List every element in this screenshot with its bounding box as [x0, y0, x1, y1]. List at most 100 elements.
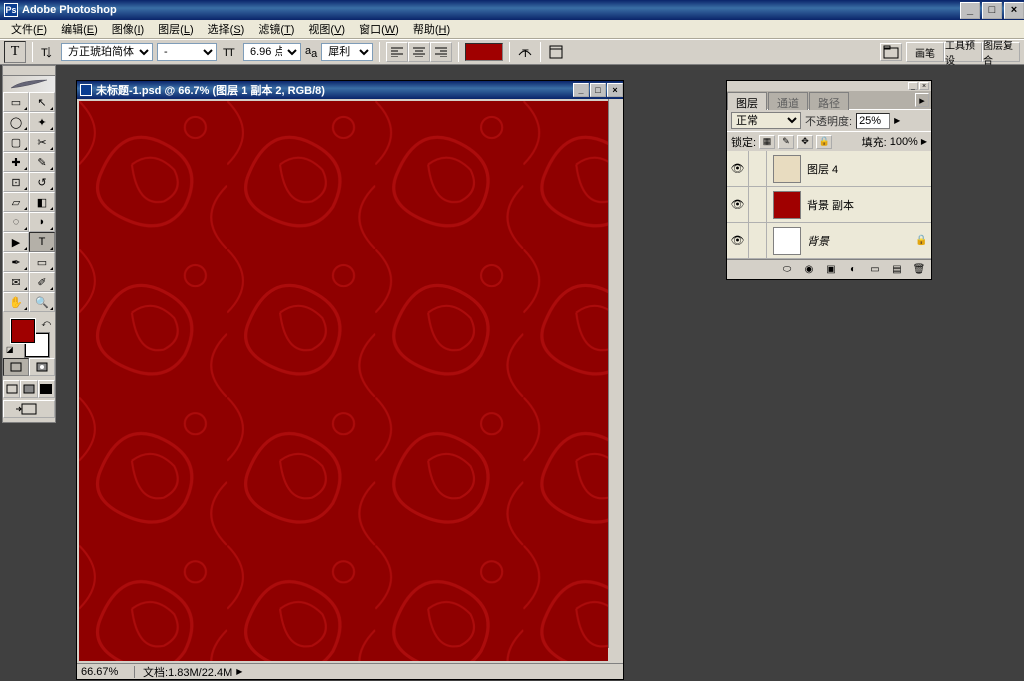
close-button[interactable]: ×: [1004, 2, 1024, 19]
visibility-toggle-icon[interactable]: 👁: [727, 223, 749, 258]
document-titlebar[interactable]: 未标题-1.psd @ 66.7% (图层 1 副本 2, RGB/8) _ □…: [77, 81, 623, 99]
link-cell[interactable]: [749, 187, 767, 222]
palette-minimize-button[interactable]: _: [908, 82, 918, 90]
adjustment-layer-icon[interactable]: ◐: [845, 263, 861, 277]
opacity-value[interactable]: 25%: [856, 113, 890, 129]
align-center-button[interactable]: [408, 42, 430, 62]
slice-tool[interactable]: ✂: [29, 132, 55, 152]
align-right-button[interactable]: [430, 42, 452, 62]
toolbox-grip[interactable]: [3, 66, 55, 76]
link-cell[interactable]: [749, 151, 767, 186]
eyedropper-tool[interactable]: ✐: [29, 272, 55, 292]
tab-paths[interactable]: 路径: [809, 92, 849, 110]
wand-tool[interactable]: ✦: [29, 112, 55, 132]
stamp-tool[interactable]: ⊡: [3, 172, 29, 192]
quickmask-mode-button[interactable]: [29, 358, 55, 376]
gradient-tool[interactable]: ◧: [29, 192, 55, 212]
fill-value[interactable]: 100%: [890, 136, 918, 148]
layer-row[interactable]: 👁 背景 副本: [727, 187, 931, 223]
menu-w[interactable]: 窗口(W): [352, 19, 406, 39]
layer-style-icon[interactable]: ◉: [801, 263, 817, 277]
tool-preset-picker[interactable]: T: [4, 41, 26, 63]
lock-position-button[interactable]: ✥: [797, 135, 813, 149]
new-layer-icon[interactable]: ▤: [889, 263, 905, 277]
visibility-toggle-icon[interactable]: 👁: [727, 187, 749, 222]
layer-row[interactable]: 👁背景🔒: [727, 223, 931, 259]
filebrowser-button[interactable]: [880, 43, 902, 61]
layer-thumbnail[interactable]: [773, 191, 801, 219]
opacity-slider-icon[interactable]: ▶: [894, 116, 900, 125]
eraser-tool[interactable]: ▱: [3, 192, 29, 212]
pen-tool[interactable]: ✒: [3, 252, 29, 272]
menu-v[interactable]: 视图(V): [301, 19, 352, 39]
layer-name[interactable]: 背景: [807, 233, 915, 249]
doc-maximize-button[interactable]: □: [590, 83, 606, 97]
font-family-select[interactable]: 方正琥珀简体: [61, 43, 153, 61]
layer-name[interactable]: 背景 副本: [807, 197, 915, 213]
screen-standard-button[interactable]: [3, 380, 20, 398]
lock-all-button[interactable]: 🔒: [816, 135, 832, 149]
lasso-tool[interactable]: ◯: [3, 112, 29, 132]
font-size-select[interactable]: 6.96 点: [243, 43, 301, 61]
blur-tool[interactable]: ◌: [3, 212, 29, 232]
zoom-tool[interactable]: 🔍: [29, 292, 55, 312]
doc-close-button[interactable]: ×: [607, 83, 623, 97]
healing-tool[interactable]: ✚: [3, 152, 29, 172]
vertical-scrollbar[interactable]: [608, 99, 623, 648]
character-panel-button[interactable]: [547, 43, 565, 61]
layer-thumbnail[interactable]: [773, 227, 801, 255]
move-tool[interactable]: ↖: [29, 92, 55, 112]
menu-t[interactable]: 滤镜(T): [251, 19, 301, 39]
screen-full-button[interactable]: [38, 380, 55, 398]
palette-tab[interactable]: 图层复合: [982, 42, 1020, 62]
marquee-tool[interactable]: ▭: [3, 92, 29, 112]
tab-layers[interactable]: 图层: [727, 92, 767, 110]
warp-text-button[interactable]: T: [516, 43, 534, 61]
link-cell[interactable]: [749, 223, 767, 258]
palette-tab[interactable]: 工具预设: [944, 42, 982, 62]
palette-titlebar[interactable]: _ ×: [727, 81, 931, 91]
screen-fullmenu-button[interactable]: [20, 380, 37, 398]
foreground-color-swatch[interactable]: [11, 319, 35, 343]
text-orientation-toggle[interactable]: T: [39, 43, 57, 61]
menu-i[interactable]: 图像(I): [105, 19, 151, 39]
maximize-button[interactable]: □: [982, 2, 1002, 19]
default-colors-icon[interactable]: ◪: [6, 345, 14, 354]
menu-f[interactable]: 文件(F): [4, 19, 54, 39]
text-color-swatch[interactable]: [465, 43, 503, 61]
type-tool[interactable]: T: [29, 232, 55, 252]
path-select-tool[interactable]: ▶: [3, 232, 29, 252]
menu-h[interactable]: 帮助(H): [406, 19, 457, 39]
layer-name[interactable]: 图层 4: [807, 161, 915, 177]
canvas-area[interactable]: [79, 101, 608, 661]
palette-close-button[interactable]: ×: [919, 82, 929, 90]
lock-pixels-button[interactable]: ✎: [778, 135, 794, 149]
palette-tab[interactable]: 画笔: [906, 42, 944, 62]
lock-transparency-button[interactable]: ▦: [759, 135, 775, 149]
font-style-select[interactable]: -: [157, 43, 217, 61]
new-group-icon[interactable]: ▭: [867, 263, 883, 277]
brush-tool[interactable]: ✎: [29, 152, 55, 172]
menu-e[interactable]: 编辑(E): [54, 19, 105, 39]
hand-tool[interactable]: ✋: [3, 292, 29, 312]
document-info[interactable]: 文档:1.83M/22.4M: [135, 664, 232, 680]
tab-channels[interactable]: 通道: [768, 92, 808, 110]
shape-tool[interactable]: ▭: [29, 252, 55, 272]
blend-mode-select[interactable]: 正常: [731, 112, 801, 129]
palette-menu-icon[interactable]: ▸: [915, 93, 929, 107]
delete-layer-icon[interactable]: 🗑: [911, 263, 927, 277]
history-brush-tool[interactable]: ↺: [29, 172, 55, 192]
layer-thumbnail[interactable]: [773, 155, 801, 183]
doc-minimize-button[interactable]: _: [573, 83, 589, 97]
zoom-level[interactable]: 66.67%: [77, 666, 135, 678]
standard-mode-button[interactable]: [3, 358, 29, 376]
fill-slider-icon[interactable]: ▶: [921, 137, 927, 146]
menu-s[interactable]: 选择(S): [201, 19, 252, 39]
info-menu-icon[interactable]: ▶: [236, 667, 242, 676]
visibility-toggle-icon[interactable]: 👁: [727, 151, 749, 186]
align-left-button[interactable]: [386, 42, 408, 62]
swap-colors-icon[interactable]: ⤺: [41, 318, 51, 329]
jump-to-imageready-button[interactable]: [3, 400, 55, 418]
menu-l[interactable]: 图层(L): [151, 19, 200, 39]
dodge-tool[interactable]: ◗: [29, 212, 55, 232]
